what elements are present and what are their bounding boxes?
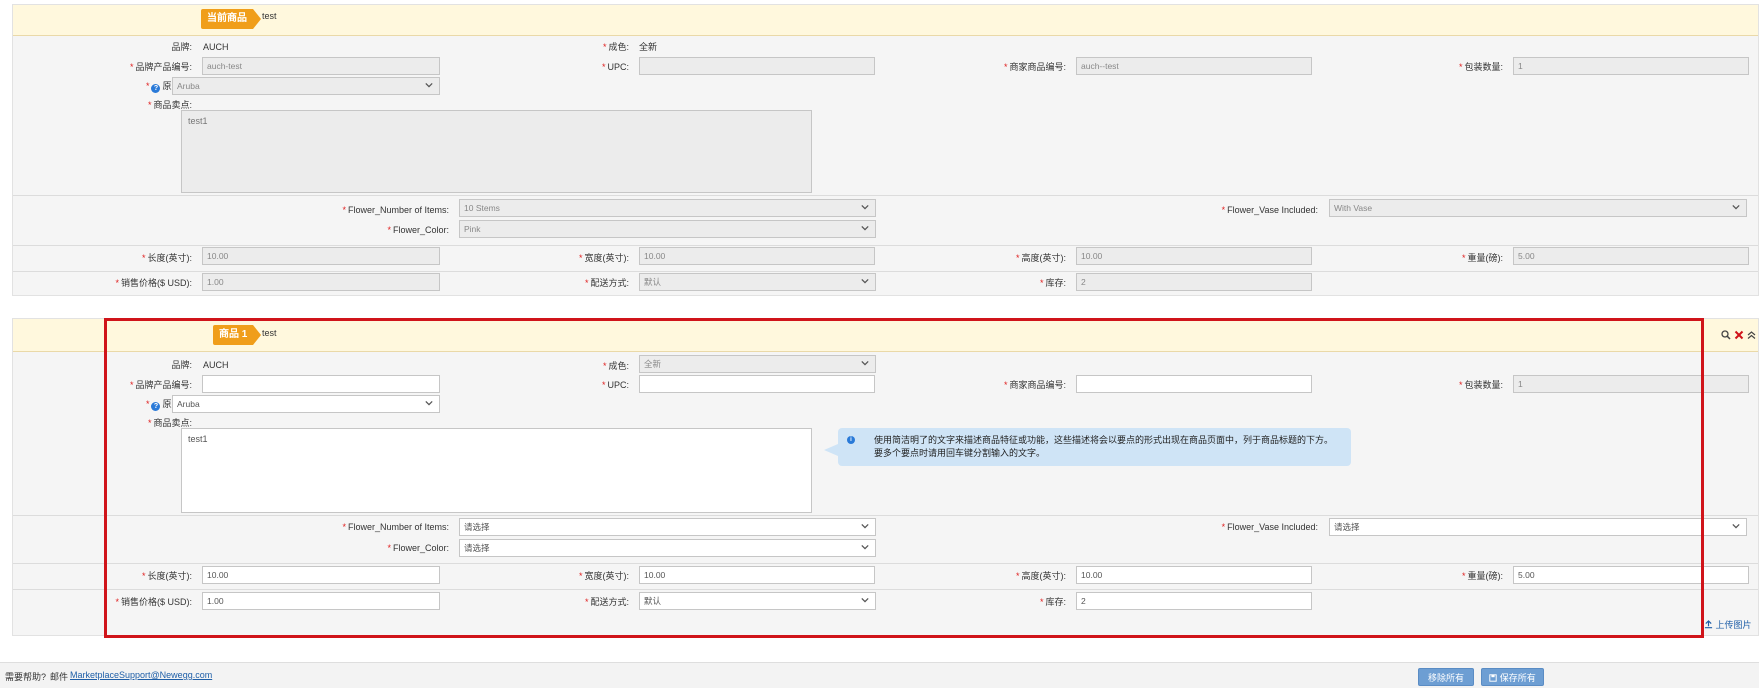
remove-all-button[interactable]: 移除所有 <box>1418 668 1474 686</box>
chevron-down-icon <box>861 278 869 284</box>
selling-points-textarea[interactable]: test1 <box>181 110 812 193</box>
seller-pn-input[interactable]: auch--test <box>1076 57 1312 75</box>
footer: 需要帮助? 邮件 MarketplaceSupport@Newegg.com 移… <box>0 662 1759 688</box>
condition-label: * 成色: <box>602 42 629 52</box>
shipping-label: * 配送方式: <box>584 278 629 288</box>
current-product-name: test <box>262 11 277 21</box>
pkg-qty-label: * 包装数量: <box>1458 62 1503 72</box>
remove-icon[interactable] <box>1734 330 1744 340</box>
price-label: * 销售价格($ USD): <box>115 278 192 288</box>
search-icon[interactable] <box>1721 330 1731 340</box>
chevron-down-icon <box>425 82 433 88</box>
price-input[interactable]: 1.00 <box>202 273 440 291</box>
flower-color-select[interactable]: Pink <box>459 220 876 238</box>
chevron-down-icon <box>861 225 869 231</box>
width-label: * 宽度(英寸): <box>578 253 629 263</box>
length-label: * 长度(英寸): <box>141 253 192 263</box>
divider <box>13 195 1758 196</box>
weight-input[interactable]: 5.00 <box>1513 247 1749 265</box>
stock-label: * 库存: <box>1039 278 1066 288</box>
upc-input[interactable] <box>639 57 875 75</box>
height-input[interactable]: 10.00 <box>1076 247 1312 265</box>
divider <box>13 245 1758 246</box>
length-input[interactable]: 10.00 <box>202 247 440 265</box>
chevron-down-icon <box>861 204 869 210</box>
pkg-qty-input[interactable]: 1 <box>1513 57 1749 75</box>
help-text: 需要帮助? <box>5 672 47 682</box>
brand-pn-label: * 品牌产品编号: <box>129 62 192 72</box>
brand-pn-input[interactable]: auch-test <box>202 57 440 75</box>
save-all-button[interactable]: 保存所有 <box>1481 668 1544 686</box>
height-label: * 高度(英寸): <box>1015 253 1066 263</box>
current-product-tag: 当前商品 <box>201 9 261 29</box>
divider <box>13 271 1758 272</box>
flower-vase-select[interactable]: With Vase <box>1329 199 1747 217</box>
save-icon <box>1489 674 1497 682</box>
chevron-down-icon <box>1732 204 1740 210</box>
chevron-down-icon <box>1732 523 1740 529</box>
flower-items-select[interactable]: 10 Stems <box>459 199 876 217</box>
highlight-box <box>104 318 1704 638</box>
shipping-select[interactable]: 默认 <box>639 273 876 291</box>
support-email-link[interactable]: MarketplaceSupport@Newegg.com <box>70 670 212 680</box>
origin-select[interactable]: Aruba <box>172 77 440 95</box>
upc-label: * UPC: <box>601 62 629 72</box>
brand-label: 品牌: <box>171 42 192 52</box>
condition-value: 全新 <box>639 42 658 52</box>
email-label: 邮件 <box>50 672 69 682</box>
flower-color-label: * Flower_Color: <box>387 225 449 235</box>
stock-input[interactable]: 2 <box>1076 273 1312 291</box>
collapse-icon[interactable] <box>1747 330 1756 340</box>
upload-image-button[interactable]: 上传图片 <box>1704 618 1752 631</box>
flower-vase-label: * Flower_Vase Included: <box>1221 205 1318 215</box>
brand-value: AUCH <box>203 42 229 52</box>
help-icon[interactable]: ? <box>151 84 161 93</box>
flower-items-label: * Flower_Number of Items: <box>342 205 449 215</box>
upload-icon <box>1704 620 1713 629</box>
weight-label: * 重量(磅): <box>1461 253 1503 263</box>
width-input[interactable]: 10.00 <box>639 247 875 265</box>
seller-pn-label: * 商家商品编号: <box>1003 62 1066 72</box>
